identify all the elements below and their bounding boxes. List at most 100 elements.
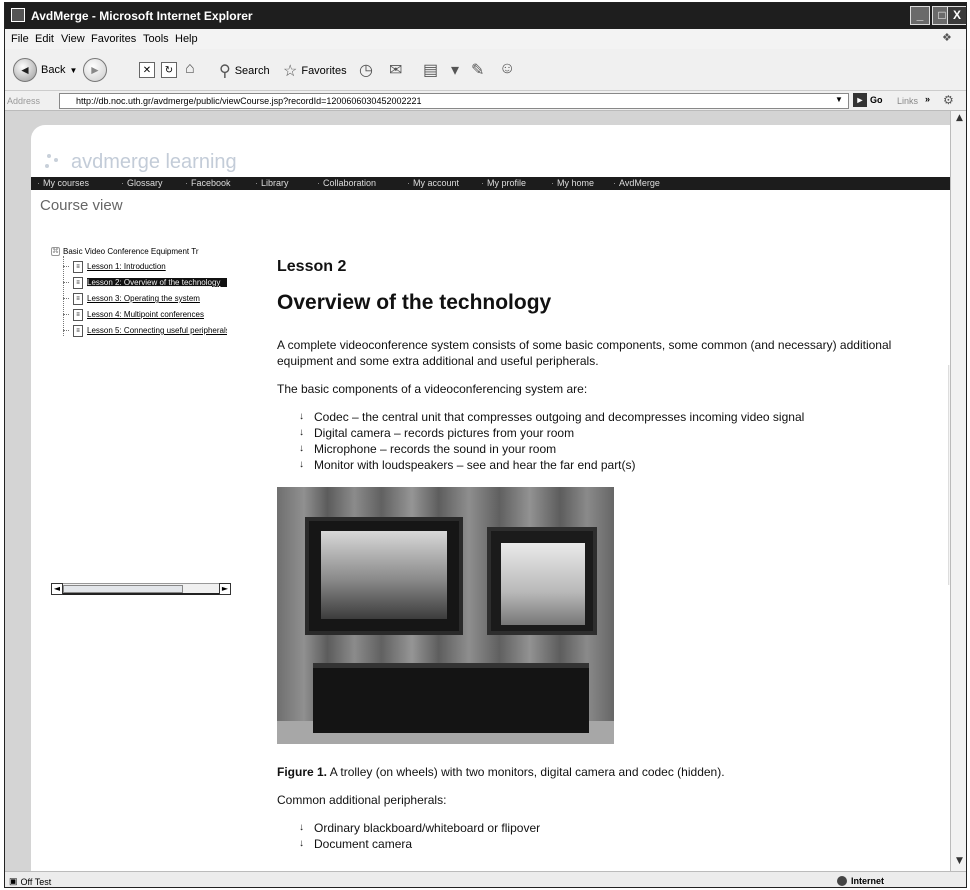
document-icon: ≡ xyxy=(73,260,83,273)
star-icon: ☆ xyxy=(283,63,298,80)
scroll-down-icon[interactable]: ▼ xyxy=(953,856,966,869)
search-button[interactable]: ⚲ Search xyxy=(219,61,270,81)
bullet-arrow-icon: ↓ xyxy=(299,822,304,833)
site-logo[interactable]: avdmerge learning xyxy=(45,151,237,174)
favorites-button[interactable]: ☆ Favorites xyxy=(283,61,347,81)
videoconference-trolley-photo xyxy=(277,487,614,744)
peripherals-list: ↓ Ordinary blackboard/whiteboard or flipo… xyxy=(277,820,917,852)
nav-glossary[interactable]: Glossary xyxy=(121,178,163,188)
extensions-icon[interactable]: ⚙ xyxy=(943,93,954,107)
lms-page: avdmerge learning My courses Glossary Fa… xyxy=(31,125,950,871)
go-button[interactable]: ► Go xyxy=(853,93,883,107)
print-button[interactable]: ▤ xyxy=(423,60,438,80)
nav-facebook[interactable]: Facebook xyxy=(185,178,231,188)
list-item: ↓ Monitor with loudspeakers – see and hea… xyxy=(299,458,636,472)
windows-logo-icon: ❖ xyxy=(942,32,952,44)
back-button[interactable]: ◄ Back ▼ xyxy=(13,58,77,82)
security-zone: Internet xyxy=(837,876,884,886)
nav-library[interactable]: Library xyxy=(255,178,289,188)
scroll-right-icon[interactable]: ► xyxy=(219,583,231,595)
links-chevron-icon[interactable]: » xyxy=(925,94,930,104)
page-viewport: avdmerge learning My courses Glossary Fa… xyxy=(5,111,950,871)
messenger-button[interactable]: ☺ xyxy=(499,60,515,78)
url-dropdown-icon[interactable]: ▼ xyxy=(835,95,843,104)
stop-icon: ✕ xyxy=(139,62,155,78)
links-label[interactable]: Links xyxy=(897,96,918,106)
nav-my-profile[interactable]: My profile xyxy=(481,178,526,188)
close-button[interactable]: X xyxy=(947,6,966,25)
tree-item-label: Lesson 2: Overview of the technology xyxy=(87,278,227,287)
tree-root[interactable]: ⌘ Basic Video Conference Equipment Tr xyxy=(51,247,198,256)
window-title: AvdMerge - Microsoft Internet Explorer xyxy=(31,9,253,23)
left-monitor xyxy=(305,517,463,635)
figure-caption: Figure 1. A trolley (on wheels) with two… xyxy=(277,765,725,779)
mail-icon: ✉ xyxy=(389,62,403,79)
document-icon: ≡ xyxy=(73,324,83,337)
tree-item-lesson-5[interactable]: ≡ Lesson 5: Connecting useful peripheral… xyxy=(63,324,227,337)
go-label: Go xyxy=(870,95,883,105)
list-item: ↓ Microphone – records the sound in your … xyxy=(299,442,557,456)
url-field[interactable]: http://db.noc.uth.gr/avdmerge/public/vie… xyxy=(59,93,849,109)
search-icon: ⚲ xyxy=(219,63,231,80)
title-bar: AvdMerge - Microsoft Internet Explorer _… xyxy=(5,3,966,29)
edit-icon: ▾ xyxy=(451,62,460,79)
document-icon: ≡ xyxy=(73,308,83,321)
menu-help[interactable]: Help xyxy=(175,33,198,45)
menu-file[interactable]: File xyxy=(11,33,29,45)
scroll-thumb[interactable] xyxy=(63,585,183,593)
list-item: ↓ Codec – the central unit that compresse… xyxy=(299,410,805,424)
scroll-track[interactable] xyxy=(63,583,219,595)
list-item: ↓ Ordinary blackboard/whiteboard or flipo… xyxy=(299,821,541,835)
edit-button[interactable]: ▾ xyxy=(451,60,459,80)
globe-icon xyxy=(837,876,847,886)
nav-my-home[interactable]: My home xyxy=(551,178,594,188)
refresh-button[interactable]: ↻ xyxy=(161,62,177,78)
tree-item-lesson-3[interactable]: ≡ Lesson 3: Operating the system xyxy=(63,292,227,305)
tree-item-label: Lesson 5: Connecting useful peripherals xyxy=(87,326,227,335)
document-icon: ≡ xyxy=(73,292,83,305)
status-text: ▣ Off Test xyxy=(9,876,52,887)
discuss-icon: ✎ xyxy=(471,62,485,79)
browser-window: AvdMerge - Microsoft Internet Explorer _… xyxy=(4,2,967,888)
forward-arrow-icon: ► xyxy=(83,58,107,82)
list-item: ↓ Digital camera – records pictures from … xyxy=(299,426,575,440)
menu-favorites[interactable]: Favorites xyxy=(91,33,136,45)
tree-item-lesson-4[interactable]: ≡ Lesson 4: Multipoint conferences xyxy=(63,308,227,321)
scroll-up-icon[interactable]: ▲ xyxy=(953,113,966,126)
lesson-number: Lesson 2 xyxy=(277,258,347,275)
menu-tools[interactable]: Tools xyxy=(143,33,169,45)
search-label: Search xyxy=(234,65,270,77)
site-nav: My courses Glossary Facebook Library Col… xyxy=(31,177,950,190)
tree-root-label: Basic Video Conference Equipment Tr xyxy=(63,247,199,256)
lesson-title: Overview of the technology xyxy=(277,291,552,314)
nav-avdmerge[interactable]: AvdMerge xyxy=(613,178,660,188)
bullet-arrow-icon: ↓ xyxy=(299,427,304,438)
tree-horizontal-scrollbar[interactable]: ◄ ► xyxy=(51,583,231,595)
ie-icon xyxy=(11,8,25,22)
logo-dots-icon xyxy=(45,153,63,172)
nav-collaboration[interactable]: Collaboration xyxy=(317,178,376,188)
tree-item-lesson-2[interactable]: ≡ Lesson 2: Overview of the technology xyxy=(63,276,227,289)
bullet-arrow-icon: ↓ xyxy=(299,838,304,849)
mail-button[interactable]: ✉ xyxy=(389,60,402,80)
discuss-button[interactable]: ✎ xyxy=(471,60,484,80)
tree-item-lesson-1[interactable]: ≡ Lesson 1: Introduction xyxy=(63,260,227,273)
browser-vertical-scrollbar[interactable]: ▲ ▼ xyxy=(950,111,966,871)
minimize-button[interactable]: _ xyxy=(910,6,930,25)
back-label: Back xyxy=(41,64,66,76)
page-title: Course view xyxy=(40,197,123,214)
address-bar: Address http://db.noc.uth.gr/avdmerge/pu… xyxy=(5,91,966,111)
refresh-icon: ↻ xyxy=(161,62,177,78)
menu-edit[interactable]: Edit xyxy=(35,33,54,45)
home-button[interactable]: ⌂ xyxy=(185,60,195,78)
back-arrow-icon: ◄ xyxy=(13,58,37,82)
nav-my-courses[interactable]: My courses xyxy=(37,178,89,188)
scroll-left-icon[interactable]: ◄ xyxy=(51,583,63,595)
address-label: Address xyxy=(7,96,41,106)
page-status-icon: ▣ xyxy=(9,876,18,886)
menu-view[interactable]: View xyxy=(61,33,85,45)
nav-my-account[interactable]: My account xyxy=(407,178,459,188)
stop-button[interactable]: ✕ xyxy=(139,62,155,78)
history-button[interactable]: ◷ xyxy=(359,60,373,80)
forward-button[interactable]: ► xyxy=(83,58,107,82)
